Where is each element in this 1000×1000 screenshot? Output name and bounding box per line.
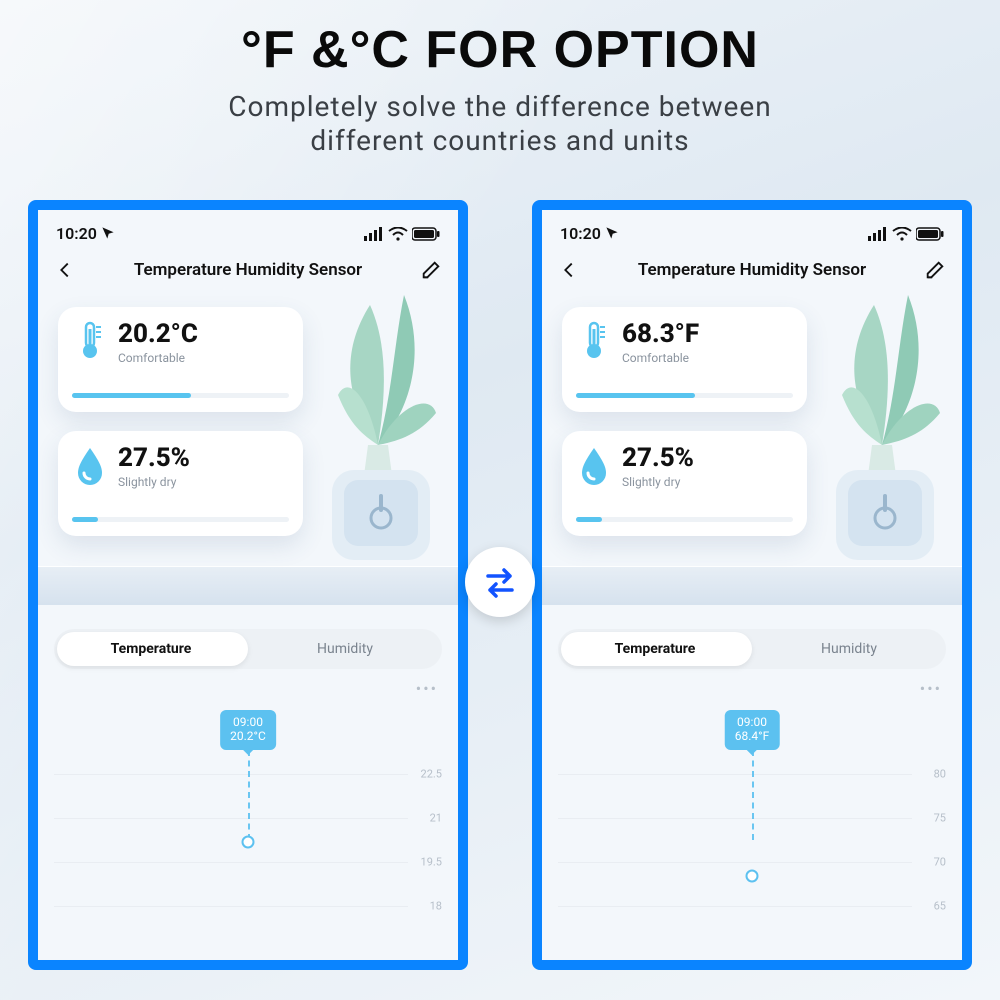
status-time: 10:20: [560, 224, 601, 243]
status-time: 10:20: [56, 224, 97, 243]
tab-humidity[interactable]: Humidity: [248, 629, 442, 669]
back-icon[interactable]: [558, 259, 580, 281]
page-title: Temperature Humidity Sensor: [638, 260, 866, 280]
temperature-value: 68.3°F: [622, 321, 699, 347]
temperature-card[interactable]: 68.3°F Comfortable: [562, 307, 807, 412]
more-icon[interactable]: •••: [38, 669, 458, 698]
humidity-status: Slightly dry: [118, 475, 190, 489]
temperature-bar: [72, 393, 289, 398]
phone-screen-celsius: 10:20 Temperature Humidity Sensor: [28, 200, 468, 970]
cellular-icon: [868, 227, 888, 241]
shelf: [38, 567, 458, 605]
headline: °F &°C FOR OPTION: [0, 20, 1000, 80]
tab-humidity[interactable]: Humidity: [752, 629, 946, 669]
status-bar: 10:20: [38, 210, 458, 251]
hero-area: 20.2°C Comfortable 27.5% Slightly dry: [38, 295, 458, 605]
location-icon: [101, 226, 115, 240]
cellular-icon: [364, 227, 384, 241]
humidity-card[interactable]: 27.5% Slightly dry: [58, 431, 303, 536]
tab-temperature[interactable]: Temperature: [558, 629, 752, 669]
chart-point: [746, 870, 759, 883]
sensor-device-illustration: [326, 460, 436, 570]
wifi-icon: [892, 227, 912, 241]
droplet-icon: [72, 445, 108, 485]
humidity-status: Slightly dry: [622, 475, 694, 489]
humidity-card[interactable]: 27.5% Slightly dry: [562, 431, 807, 536]
temperature-bar: [576, 393, 793, 398]
humidity-bar: [72, 517, 289, 522]
humidity-bar: [576, 517, 793, 522]
tab-temperature[interactable]: Temperature: [54, 629, 248, 669]
more-icon[interactable]: •••: [542, 669, 962, 698]
location-icon: [605, 226, 619, 240]
shelf: [542, 567, 962, 605]
temperature-chart: 80 75 70 65 09:00 68.4°F: [558, 704, 946, 924]
chart-stem: [248, 750, 250, 840]
wifi-icon: [388, 227, 408, 241]
humidity-value: 27.5%: [622, 445, 694, 471]
battery-icon: [412, 227, 440, 241]
status-bar: 10:20: [542, 210, 962, 251]
battery-icon: [916, 227, 944, 241]
humidity-value: 27.5%: [118, 445, 190, 471]
temperature-status: Comfortable: [622, 351, 699, 365]
droplet-icon: [576, 445, 612, 485]
sub-headline: Completely solve the difference between …: [0, 90, 1000, 158]
segmented-control[interactable]: Temperature Humidity: [558, 629, 946, 669]
page-title: Temperature Humidity Sensor: [134, 260, 362, 280]
temperature-card[interactable]: 20.2°C Comfortable: [58, 307, 303, 412]
temperature-value: 20.2°C: [118, 321, 198, 347]
thermometer-icon: [72, 321, 108, 361]
hero-area: 68.3°F Comfortable 27.5% Slightly dry: [542, 295, 962, 605]
phone-screen-fahrenheit: 10:20 Temperature Humidity Sensor: [532, 200, 972, 970]
temperature-chart: 22.5 21 19.5 18 09:00 20.2°C: [54, 704, 442, 924]
back-icon[interactable]: [54, 259, 76, 281]
promo-card: °F &°C FOR OPTION Completely solve the d…: [0, 0, 1000, 1000]
swap-units-icon: [465, 547, 535, 617]
segmented-control[interactable]: Temperature Humidity: [54, 629, 442, 669]
edit-icon[interactable]: [420, 259, 442, 281]
chart-point: [242, 835, 255, 848]
edit-icon[interactable]: [924, 259, 946, 281]
chart-tooltip: 09:00 68.4°F: [725, 710, 780, 750]
thermometer-icon: [576, 321, 612, 361]
temperature-status: Comfortable: [118, 351, 198, 365]
chart-tooltip: 09:00 20.2°C: [220, 710, 276, 750]
chart-stem: [752, 750, 754, 840]
sensor-device-illustration: [830, 460, 940, 570]
